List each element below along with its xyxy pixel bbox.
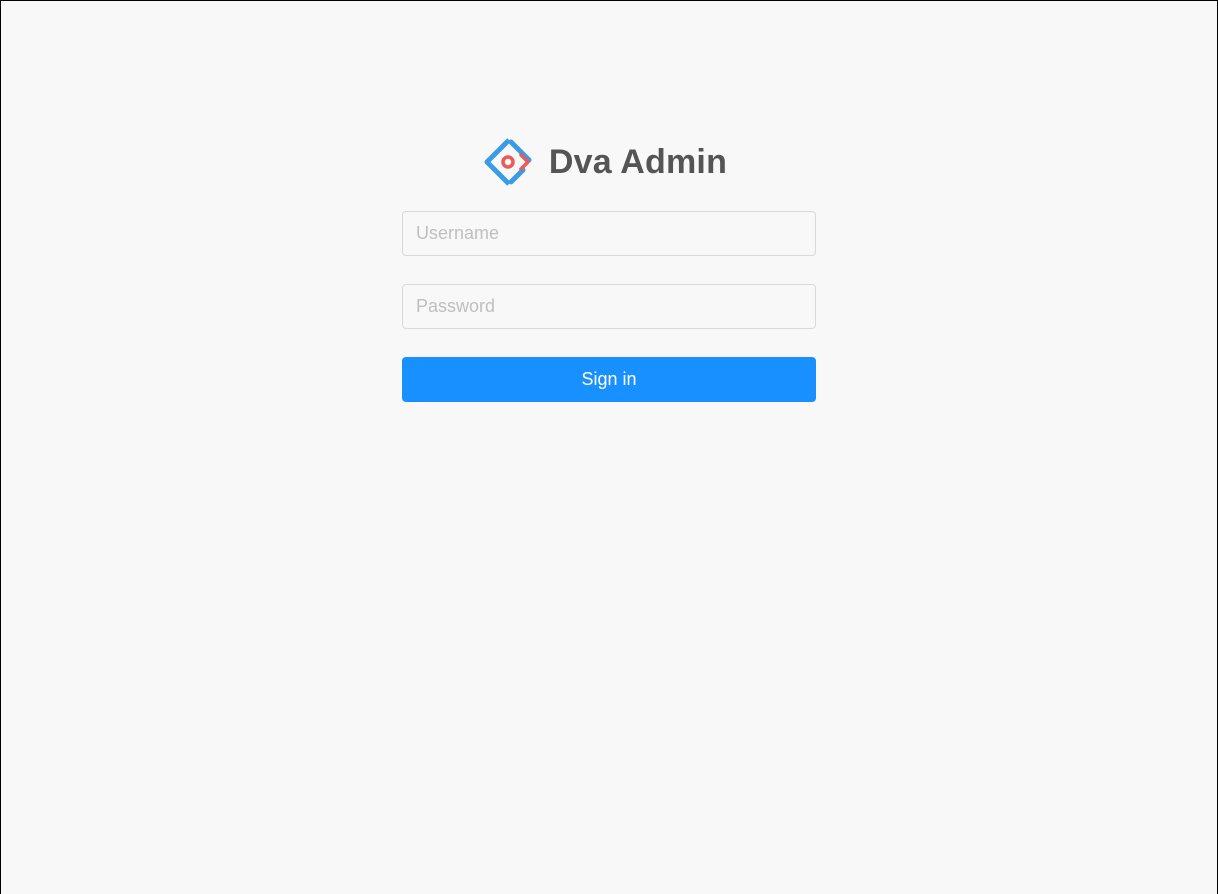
brand-header: Dva Admin: [402, 137, 816, 187]
login-form: Dva Admin Sign in: [402, 137, 816, 402]
app-title: Dva Admin: [548, 143, 728, 181]
sign-in-button[interactable]: Sign in: [402, 357, 816, 402]
login-page: Dva Admin Sign in: [0, 0, 1218, 894]
username-input[interactable]: [402, 211, 816, 256]
password-input[interactable]: [402, 284, 816, 329]
dva-logo-icon: [484, 138, 532, 186]
